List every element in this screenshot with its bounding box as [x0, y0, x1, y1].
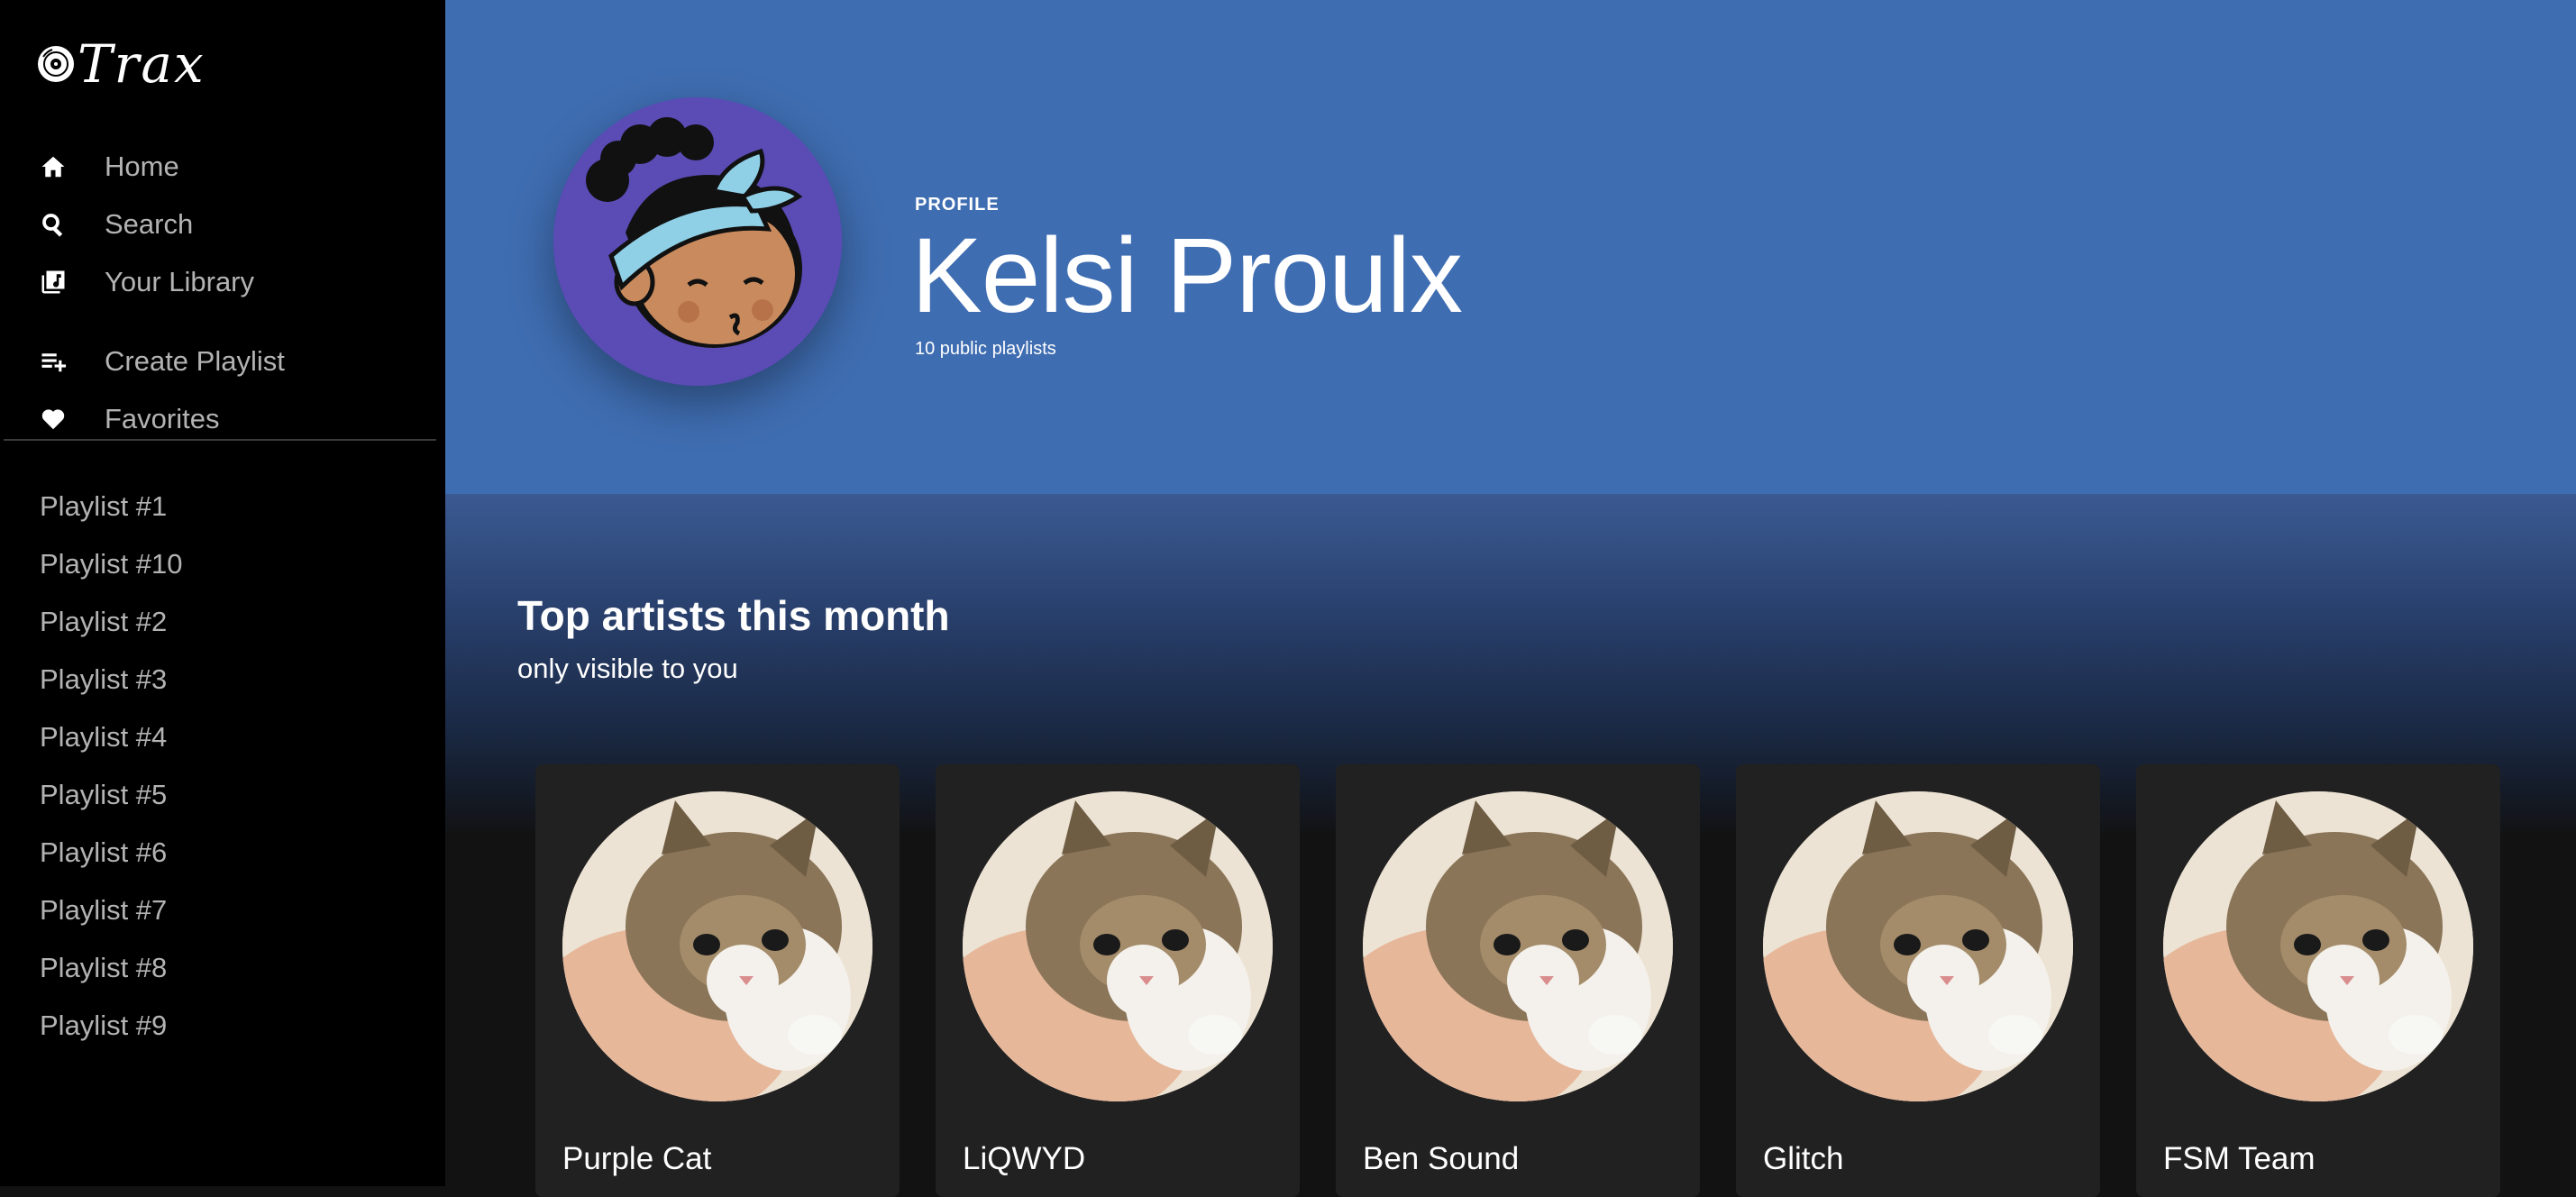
artist-name: Ben Sound — [1363, 1141, 1520, 1176]
playlist-item[interactable]: Playlist #9 — [40, 997, 427, 1055]
search-icon — [40, 211, 67, 238]
kitten-image — [963, 791, 1273, 1101]
playlist-item[interactable]: Playlist #2 — [40, 593, 427, 651]
artist-card[interactable]: Ben Sound — [1336, 764, 1700, 1197]
kitten-image — [562, 791, 872, 1101]
nav-label-home: Home — [105, 151, 179, 182]
nav-label-search: Search — [105, 208, 194, 240]
artist-name: FSM Team — [2163, 1141, 2316, 1176]
heart-icon — [40, 406, 67, 433]
playlist-item[interactable]: Playlist #7 — [40, 882, 427, 939]
playlist-add-icon — [40, 348, 67, 375]
home-icon — [40, 153, 67, 180]
profile-avatar[interactable] — [553, 97, 842, 386]
favorites-button[interactable]: Favorites — [40, 397, 219, 442]
nav-item-home[interactable]: Home — [40, 144, 179, 189]
profile-header: PROFILE Kelsi Proulx 10 public playlists — [445, 0, 2576, 494]
playlist-item[interactable]: Playlist #1 — [40, 478, 427, 535]
nav-item-search[interactable]: Search — [40, 202, 193, 247]
artist-image — [562, 791, 872, 1101]
top-artists-title: Top artists this month — [517, 592, 950, 639]
profile-playlist-count[interactable]: 10 public playlists — [915, 339, 1056, 360]
nav-label-library: Your Library — [105, 266, 255, 297]
artist-image — [1763, 791, 2073, 1101]
library-icon — [40, 269, 67, 296]
artist-name: Purple Cat — [562, 1141, 712, 1176]
avatar-illustration — [553, 97, 842, 386]
playlist-item[interactable]: Playlist #6 — [40, 824, 427, 882]
artist-card[interactable]: FSM Team — [2136, 764, 2500, 1197]
kitten-image — [1763, 791, 2073, 1101]
playlist-list: Playlist #1 Playlist #10 Playlist #2 Pla… — [40, 478, 427, 1055]
sidebar-divider — [4, 439, 436, 441]
artist-image — [2163, 791, 2473, 1101]
artist-name: LiQWYD — [963, 1141, 1086, 1176]
kitten-image — [2163, 791, 2473, 1101]
playlist-item[interactable]: Playlist #3 — [40, 651, 427, 708]
playlist-item[interactable]: Playlist #4 — [40, 708, 427, 766]
nav-item-library[interactable]: Your Library — [40, 260, 254, 305]
top-artists-subtitle: only visible to you — [517, 653, 738, 684]
main-content: PROFILE Kelsi Proulx 10 public playlists… — [445, 0, 2576, 1197]
playlist-item[interactable]: Playlist #5 — [40, 766, 427, 824]
artist-card[interactable]: Glitch — [1736, 764, 2100, 1197]
playlist-item[interactable]: Playlist #10 — [40, 535, 427, 593]
playlist-item[interactable]: Playlist #8 — [40, 939, 427, 997]
artist-card[interactable]: LiQWYD — [936, 764, 1300, 1197]
artist-image — [963, 791, 1273, 1101]
artist-name: Glitch — [1763, 1141, 1844, 1176]
profile-name: Kelsi Proulx — [911, 216, 1463, 335]
vinyl-disc-icon — [38, 46, 74, 82]
profile-type-label: PROFILE — [915, 195, 1000, 215]
kitten-image — [1363, 791, 1673, 1101]
app-logo-text: Trax — [78, 33, 206, 95]
artist-card[interactable]: Purple Cat — [535, 764, 900, 1197]
sidebar: Trax Home Search Your Library Create Pla… — [0, 0, 445, 1186]
create-playlist-label: Create Playlist — [105, 345, 285, 377]
create-playlist-button[interactable]: Create Playlist — [40, 339, 285, 384]
favorites-label: Favorites — [105, 403, 220, 434]
artist-image — [1363, 791, 1673, 1101]
app-logo[interactable]: Trax — [36, 32, 206, 96]
